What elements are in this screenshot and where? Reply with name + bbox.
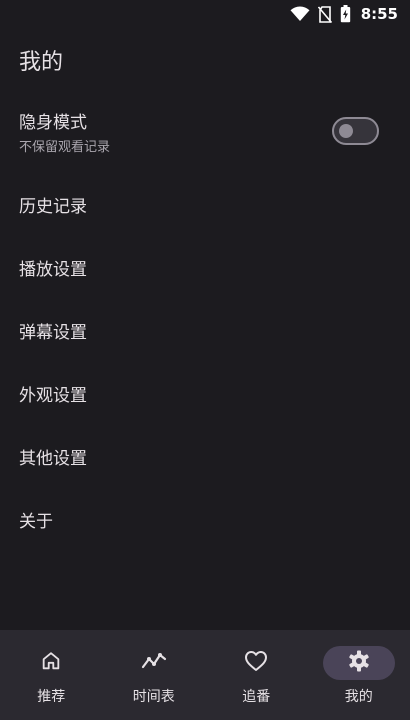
- menu-item-appearance-settings[interactable]: 外观设置: [0, 371, 410, 415]
- wifi-icon: [290, 6, 310, 22]
- nav-item-follow[interactable]: 追番: [205, 630, 308, 720]
- incognito-toggle[interactable]: [332, 117, 379, 145]
- incognito-mode-subtitle: 不保留观看记录: [19, 140, 111, 155]
- heart-icon: [244, 650, 268, 676]
- nav-icon-container: [118, 646, 190, 680]
- menu-item-other-settings[interactable]: 其他设置: [0, 434, 410, 478]
- incognito-mode-row[interactable]: 隐身模式 不保留观看记录: [0, 104, 410, 160]
- nav-item-recommend[interactable]: 推荐: [0, 630, 103, 720]
- menu-item-danmaku-settings[interactable]: 弹幕设置: [0, 308, 410, 352]
- nav-label-mine: 我的: [344, 689, 373, 705]
- incognito-mode-title: 隐身模式: [19, 113, 87, 133]
- toggle-knob: [339, 124, 353, 138]
- nav-item-mine[interactable]: 我的: [308, 630, 410, 720]
- status-bar: 8:55: [0, 0, 410, 28]
- battery-charging-icon: [340, 5, 351, 23]
- nav-item-schedule[interactable]: 时间表: [103, 630, 206, 720]
- nav-icon-container: [15, 646, 87, 680]
- menu-item-playback-settings[interactable]: 播放设置: [0, 245, 410, 289]
- trend-icon: [141, 650, 167, 676]
- menu-item-history[interactable]: 历史记录: [0, 182, 410, 226]
- no-sim-icon: [317, 5, 332, 23]
- status-time: 8:55: [360, 5, 398, 23]
- nav-label-follow: 追番: [242, 689, 271, 705]
- nav-label-schedule: 时间表: [132, 689, 175, 705]
- page-title: 我的: [19, 50, 64, 75]
- bottom-navigation: 推荐 时间表 追番 我的: [0, 630, 410, 720]
- nav-label-recommend: 推荐: [37, 689, 66, 705]
- menu-item-about[interactable]: 关于: [0, 497, 410, 541]
- gear-icon: [347, 649, 371, 677]
- my-page-screen: 8:55 我的 隐身模式 不保留观看记录 历史记录 播放设置 弹幕设置 外观设置…: [0, 0, 410, 720]
- home-icon: [40, 650, 62, 676]
- nav-active-indicator: [322, 646, 395, 680]
- nav-icon-container: [220, 646, 292, 680]
